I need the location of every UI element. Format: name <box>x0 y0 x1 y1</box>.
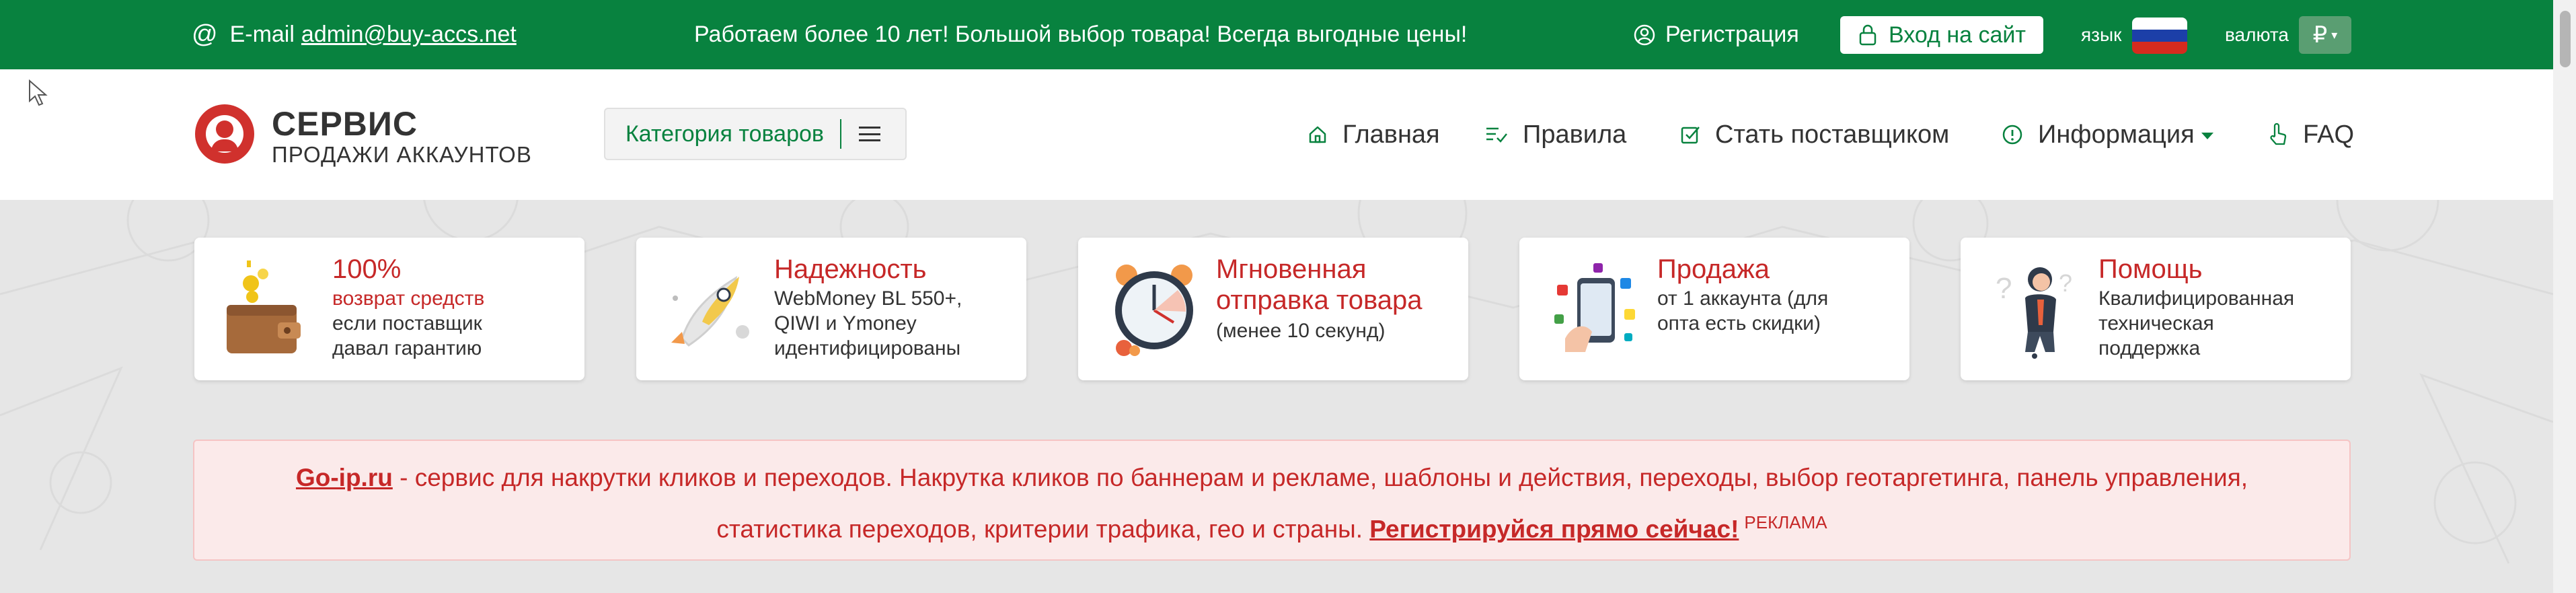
support-person-icon: ? ? <box>1996 267 2072 359</box>
hero-section: 100% возврат средств если поставщик дава… <box>0 200 2553 593</box>
feature-text: (менее 10 секунд) <box>1216 320 1386 342</box>
feature-card-reliability: Надежность WebMoney BL 550+, QIWI и Ymon… <box>636 238 1026 380</box>
top-bar: @ E-mail admin@buy-accs.net Работаем бол… <box>0 0 2576 69</box>
ad-tag: РЕКЛАМА <box>1744 512 1827 532</box>
nav-home[interactable]: Главная <box>1308 69 1440 200</box>
ad-cta-link[interactable]: Регистрируйся прямо сейчас! <box>1369 515 1739 543</box>
logo-title[interactable]: СЕРВИС <box>272 104 418 143</box>
checkbox-icon <box>1681 127 1700 144</box>
login-label: Вход на сайт <box>1889 22 2026 48</box>
email-contact: @ E-mail admin@buy-accs.net <box>192 0 517 69</box>
category-divider <box>839 119 841 149</box>
email-link[interactable]: admin@buy-accs.net <box>301 22 517 48</box>
category-button-label: Категория товаров <box>626 120 824 147</box>
caret-down-icon <box>2201 133 2213 139</box>
feature-text: опта есть скидки) <box>1657 312 1821 335</box>
feature-card-sale: Продажа от 1 аккаунта (для опта есть ски… <box>1519 238 1909 380</box>
email-label: E-mail <box>229 22 295 47</box>
menu-icon <box>858 127 880 141</box>
svg-text:?: ? <box>1996 272 2012 305</box>
feature-text: идентифицированы <box>774 337 961 359</box>
feature-title: Продажа <box>1657 254 1770 284</box>
russia-flag-icon[interactable] <box>2132 18 2187 54</box>
feature-title: Помощь <box>2098 254 2203 284</box>
register-label: Регистрация <box>1665 22 1799 47</box>
ad-link[interactable]: Go-ip.ru <box>296 464 393 491</box>
at-icon: @ <box>192 20 218 48</box>
feature-card-refund: 100% возврат средств если поставщик дава… <box>194 238 584 380</box>
currency-dropdown[interactable]: ₽ ▾ <box>2299 16 2351 54</box>
feature-text: WebMoney BL 550+, <box>774 287 962 310</box>
nav-home-label: Главная <box>1342 120 1440 149</box>
phone-apps-icon <box>1554 263 1635 352</box>
nav-faq-label: FAQ <box>2303 120 2355 149</box>
mouse-cursor-icon <box>29 79 48 106</box>
alarm-clock-icon <box>1115 265 1193 356</box>
nav-faq[interactable]: FAQ <box>2268 69 2354 200</box>
feature-text: от 1 аккаунта (для <box>1657 287 1829 310</box>
caret-down-icon: ▾ <box>2331 28 2338 42</box>
site-header: СЕРВИС ПРОДАЖИ АККАУНТОВ Категория товар… <box>0 69 2553 200</box>
feature-title: отправка товара <box>1216 285 1423 315</box>
home-icon <box>1309 126 1326 143</box>
slogan: Работаем более 10 лет! Большой выбор тов… <box>694 22 1468 47</box>
info-icon <box>2002 125 2022 145</box>
nav-rules[interactable]: Правила <box>1485 69 1626 200</box>
language-label: язык <box>2081 24 2122 45</box>
feature-text: если поставщик <box>332 312 482 335</box>
feature-text: возврат средств <box>332 287 485 310</box>
nav-supplier[interactable]: Стать поставщиком <box>1680 69 1949 200</box>
ad-line-2: статистика переходов, критерии трафика, … <box>194 500 2349 551</box>
ad-banner: Go-ip.ru - сервис для накрутки кликов и … <box>193 440 2351 561</box>
pointer-hand-icon <box>2270 123 2287 145</box>
currency-symbol: ₽ <box>2312 22 2328 48</box>
wallet-coins-icon <box>227 260 301 353</box>
register-link[interactable]: Регистрация <box>1633 0 1799 69</box>
feature-text: давал гарантию <box>332 337 482 359</box>
svg-text:?: ? <box>2059 269 2072 297</box>
scrollbar-track[interactable] <box>2553 0 2576 593</box>
logo-icon[interactable] <box>195 104 254 164</box>
ad-line-1: Go-ip.ru - сервис для накрутки кликов и … <box>194 456 2349 500</box>
feature-text: Квалифицированная <box>2098 287 2295 310</box>
rocket-icon <box>671 275 749 347</box>
logo-subtitle[interactable]: ПРОДАЖИ АККАУНТОВ <box>272 142 532 168</box>
feature-title: Надежность <box>774 254 927 284</box>
feature-title: Мгновенная <box>1216 254 1367 284</box>
feature-card-help: ? ? Помощь Квалифицированная техническая… <box>1961 238 2351 380</box>
nav-info[interactable]: Информация <box>2002 69 2213 200</box>
category-button[interactable]: Категория товаров <box>604 108 907 160</box>
feature-text: поддержка <box>2098 337 2201 359</box>
feature-title: 100% <box>332 254 402 284</box>
lock-icon <box>1859 24 1877 46</box>
checklist-icon <box>1486 127 1507 143</box>
feature-card-instant: Мгновенная отправка товара (менее 10 сек… <box>1078 238 1468 380</box>
ad-text: - сервис для накрутки кликов и переходов… <box>392 464 2248 491</box>
scrollbar-thumb[interactable] <box>2560 11 2571 67</box>
nav-supplier-label: Стать поставщиком <box>1715 120 1950 149</box>
nav-info-label: Информация <box>2038 120 2195 149</box>
feature-text: техническая <box>2098 312 2214 335</box>
currency-label: валюта <box>2225 24 2289 45</box>
ad-text: статистика переходов, критерии трафика, … <box>716 515 1370 543</box>
user-icon <box>1634 24 1655 45</box>
feature-text: QIWI и Ymoney <box>774 312 917 335</box>
nav-rules-label: Правила <box>1523 120 1627 149</box>
login-button[interactable]: Вход на сайт <box>1840 16 2043 54</box>
